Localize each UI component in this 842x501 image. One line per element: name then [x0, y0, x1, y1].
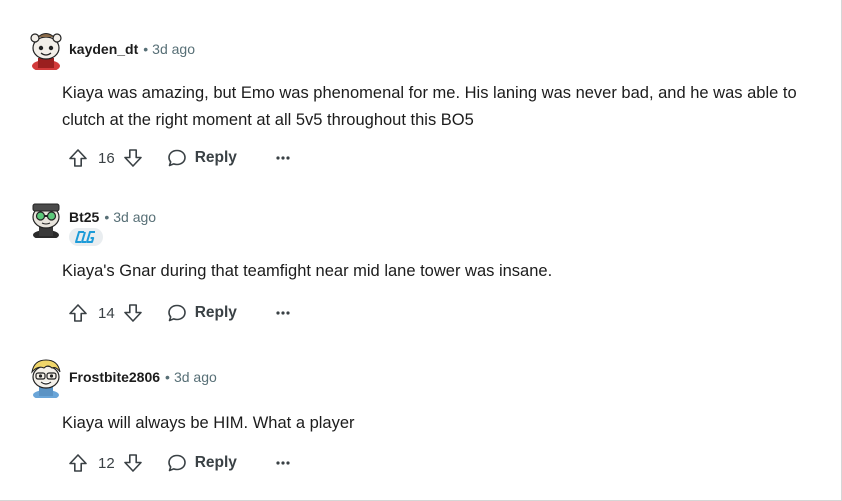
comment-text: Kiaya was amazing, but Emo was phenomena…: [62, 84, 797, 129]
comment-actions: 14 Reply: [66, 300, 295, 326]
ellipsis-icon: [276, 461, 290, 465]
more-options-button[interactable]: [271, 451, 295, 475]
speech-bubble-icon: [167, 304, 186, 322]
comment-actions: 12 Reply: [66, 450, 295, 476]
more-options-button[interactable]: [271, 301, 295, 325]
meta-separator: •: [143, 41, 149, 57]
downvote-button[interactable]: [121, 301, 145, 325]
comment-header: kayden_dt • 3d ago: [26, 28, 826, 72]
clg-logo-icon: [75, 231, 95, 243]
upvote-button[interactable]: [66, 146, 90, 170]
upvote-button[interactable]: [66, 301, 90, 325]
comment-meta: Bt25 • 3d ago: [69, 208, 156, 226]
vote-score: 14: [98, 304, 115, 322]
reply-button[interactable]: Reply: [167, 453, 237, 473]
upvote-arrow-icon: [69, 304, 87, 322]
speech-bubble-icon: [167, 454, 186, 472]
comment-meta: kayden_dt • 3d ago: [69, 40, 195, 58]
more-options-button[interactable]: [271, 146, 295, 170]
meta-separator: •: [165, 369, 170, 385]
username[interactable]: Frostbite2806: [69, 369, 160, 385]
downvote-arrow-icon: [123, 454, 142, 472]
comment-thread: kayden_dt • 3d ago Kiaya was amazing, but …: [0, 0, 842, 501]
user-avatar[interactable]: [26, 356, 66, 400]
user-avatar[interactable]: [26, 28, 66, 72]
vote-score: 16: [98, 149, 115, 167]
ellipsis-icon: [276, 311, 290, 315]
reply-button[interactable]: Reply: [167, 148, 237, 168]
downvote-arrow-icon: [123, 304, 142, 322]
reply-label: Reply: [194, 149, 237, 166]
comment: Frostbite2806 • 3d ago Kiaya will always b…: [26, 356, 826, 472]
comment: Bt25 • 3d ago Kiaya's Gnar during that tea…: [26, 196, 826, 322]
username[interactable]: kayden_dt: [69, 41, 138, 57]
upvote-button[interactable]: [66, 451, 90, 475]
speech-bubble-icon: [167, 149, 186, 167]
reply-button[interactable]: Reply: [167, 303, 237, 323]
user-avatar[interactable]: [26, 196, 66, 240]
meta-separator: •: [104, 209, 110, 225]
comment-actions: 16 Reply: [66, 145, 295, 171]
downvote-button[interactable]: [121, 451, 145, 475]
comment-header: Bt25 • 3d ago: [26, 196, 826, 246]
comment-text: Kiaya's Gnar during that teamfight near …: [62, 262, 553, 280]
timestamp[interactable]: 3d ago: [152, 41, 195, 57]
upvote-arrow-icon: [69, 149, 87, 167]
comment-text: Kiaya will always be HIM. What a player: [62, 414, 355, 432]
user-flair: [69, 228, 103, 246]
timestamp[interactable]: 3d ago: [113, 209, 156, 225]
username[interactable]: Bt25: [69, 209, 99, 225]
comment: kayden_dt • 3d ago Kiaya was amazing, but …: [26, 28, 826, 167]
comment-header: Frostbite2806 • 3d ago: [26, 356, 826, 400]
reply-label: Reply: [194, 454, 237, 471]
downvote-arrow-icon: [123, 149, 142, 167]
comment-meta: Frostbite2806 • 3d ago: [69, 368, 217, 386]
reply-label: Reply: [194, 304, 237, 321]
ellipsis-icon: [276, 156, 290, 160]
timestamp[interactable]: 3d ago: [174, 369, 217, 385]
downvote-button[interactable]: [121, 146, 145, 170]
vote-score: 12: [98, 454, 115, 472]
upvote-arrow-icon: [69, 454, 87, 472]
